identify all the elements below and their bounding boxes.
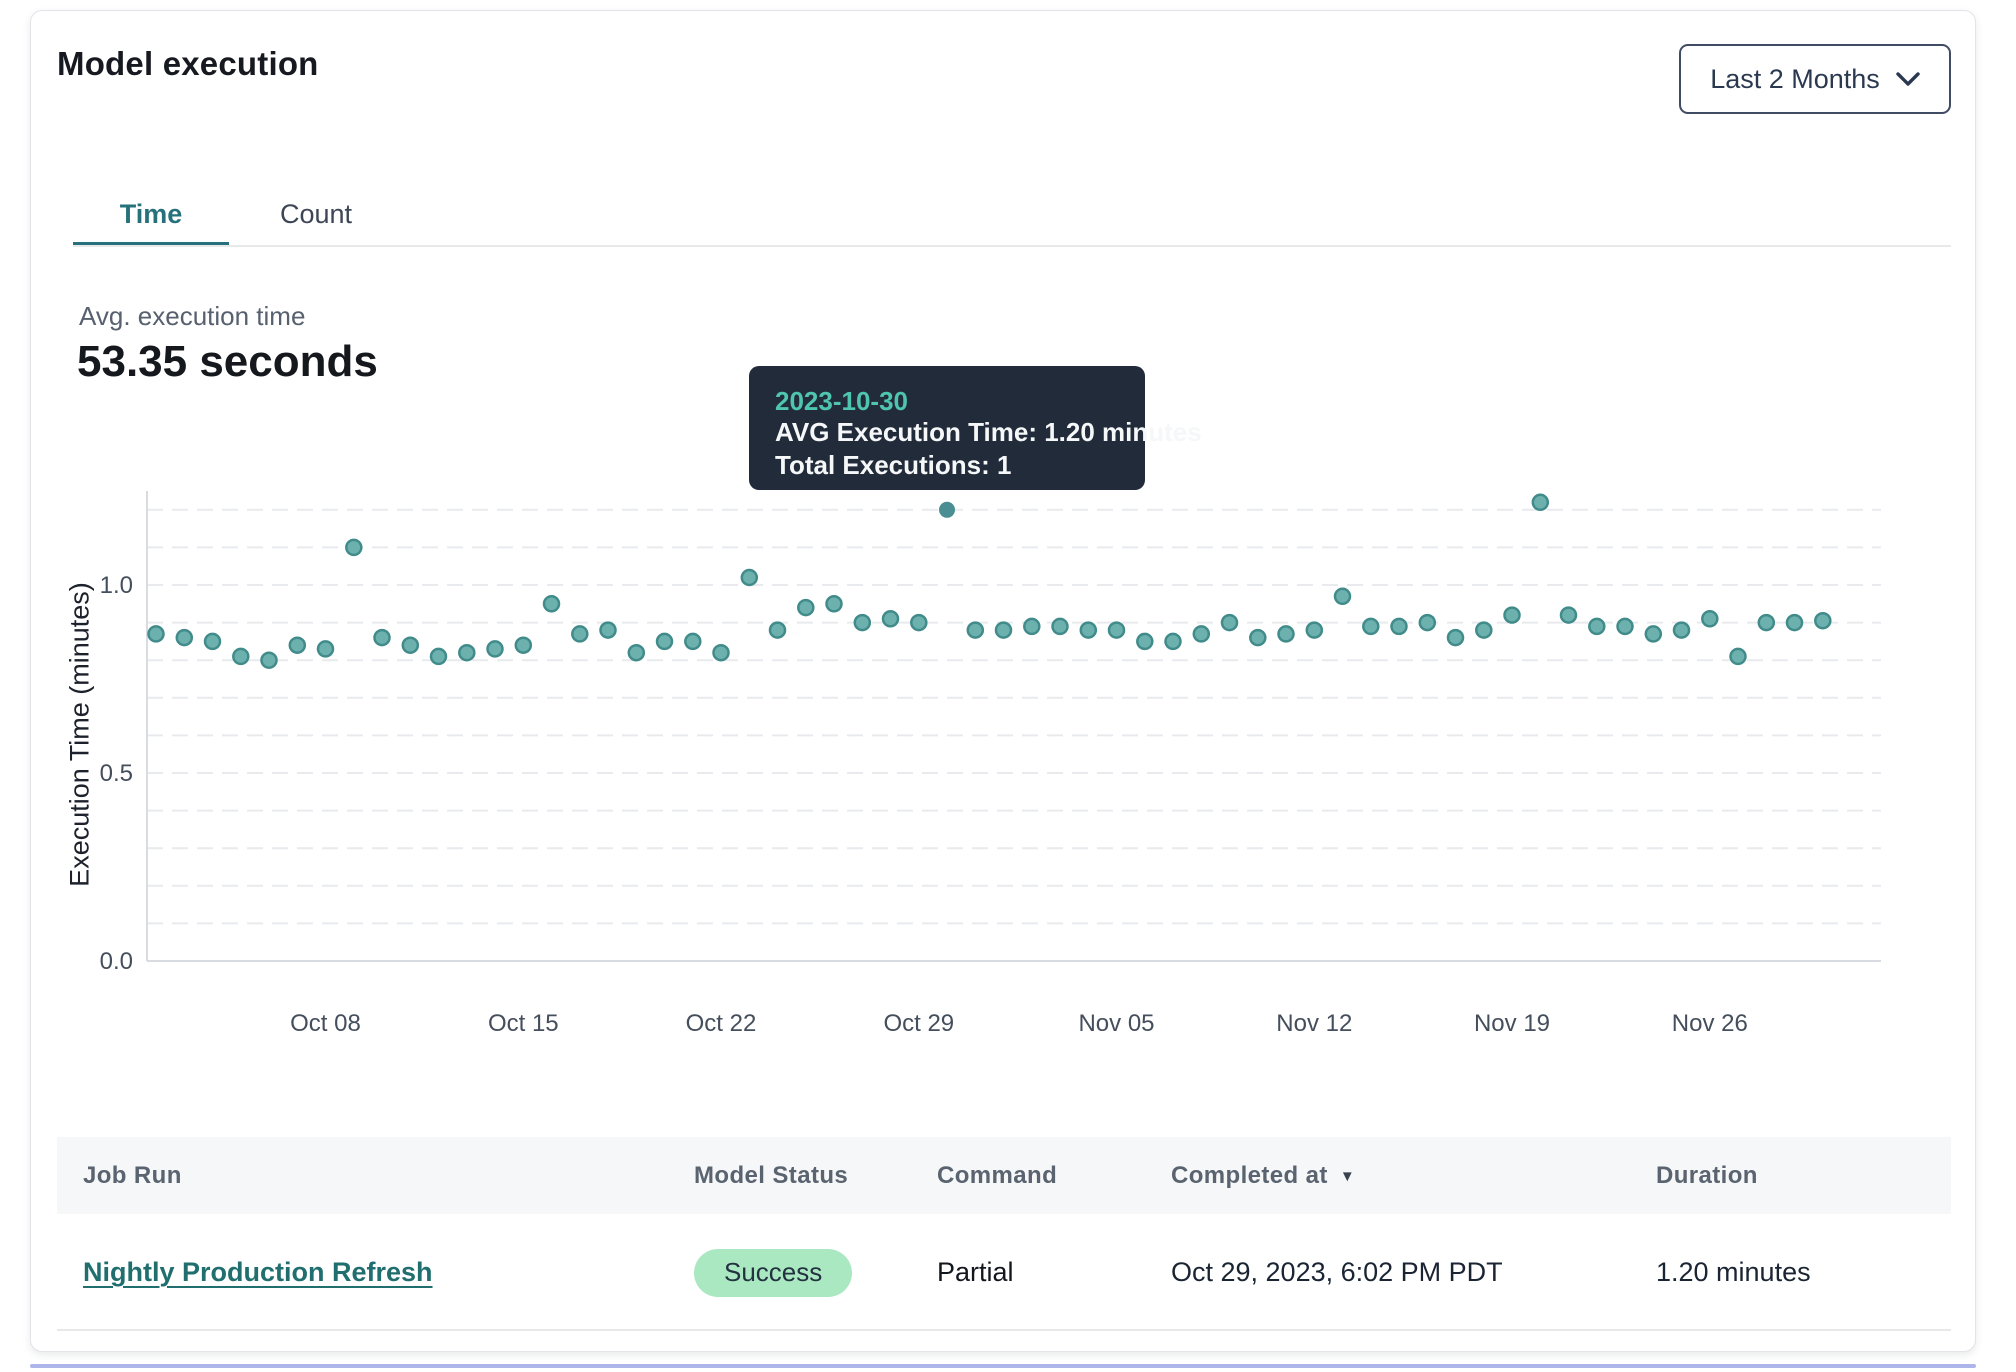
- date-range-dropdown[interactable]: Last 2 Months: [1679, 44, 1951, 114]
- header-job-run[interactable]: Job Run: [83, 1137, 182, 1214]
- svg-text:Nov 26: Nov 26: [1672, 1010, 1748, 1037]
- svg-text:1.0: 1.0: [100, 572, 133, 599]
- svg-text:Nov 19: Nov 19: [1474, 1010, 1550, 1037]
- svg-text:Oct 08: Oct 08: [290, 1010, 361, 1037]
- next-card-top-edge: [30, 1364, 1976, 1368]
- tooltip-date: 2023-10-30: [775, 386, 1119, 416]
- tab-count-label: Count: [280, 199, 352, 230]
- execution-time-chart: Execution Time (minutes) 0.00.51.0Oct 08…: [31, 491, 1977, 1051]
- tab-time[interactable]: Time: [73, 186, 229, 242]
- header-command[interactable]: Command: [937, 1137, 1057, 1214]
- svg-text:Nov 05: Nov 05: [1078, 1010, 1154, 1037]
- page-title: Model execution: [57, 45, 319, 83]
- svg-text:0.5: 0.5: [100, 760, 133, 787]
- command-cell: Partial: [937, 1257, 1014, 1288]
- chart-tooltip: 2023-10-30 AVG Execution Time: 1.20 minu…: [749, 366, 1145, 490]
- duration-cell: 1.20 minutes: [1656, 1257, 1811, 1288]
- svg-text:Oct 29: Oct 29: [883, 1010, 954, 1037]
- svg-text:Oct 22: Oct 22: [686, 1010, 757, 1037]
- chart-svg[interactable]: 0.0 0.5 1.0 Oct 08 Oct 15 Oct 22 Oct 29 Nov 05 N…: [31, 491, 1977, 1051]
- sort-descending-icon[interactable]: ▼: [1340, 1168, 1355, 1185]
- tab-count[interactable]: Count: [251, 186, 381, 242]
- completed-at-cell: Oct 29, 2023, 6:02 PM PDT: [1171, 1257, 1503, 1288]
- tab-time-label: Time: [120, 199, 183, 230]
- status-badge: Success: [694, 1249, 852, 1297]
- metric-label: Avg. execution time: [79, 301, 305, 332]
- metric-value: 53.35 seconds: [77, 337, 378, 387]
- chart-tabs: Time Count: [31, 186, 1975, 246]
- svg-text:Nov 12: Nov 12: [1276, 1010, 1352, 1037]
- date-range-label: Last 2 Months: [1710, 64, 1880, 95]
- svg-text:0.0: 0.0: [100, 948, 133, 975]
- svg-text:Oct 15: Oct 15: [488, 1010, 559, 1037]
- model-execution-card: Model execution Last 2 Months Time Count…: [30, 10, 1976, 1352]
- header-completed-at[interactable]: Completed at ▼: [1171, 1137, 1355, 1214]
- chevron-down-icon: [1896, 72, 1920, 86]
- tabs-divider: [73, 245, 1951, 247]
- table-row: Nightly Production Refresh Success Parti…: [57, 1214, 1951, 1331]
- header-duration[interactable]: Duration: [1656, 1137, 1758, 1214]
- header-model-status[interactable]: Model Status: [694, 1137, 848, 1214]
- table-header-row: Job Run Model Status Command Completed a…: [57, 1137, 1951, 1214]
- tooltip-total-executions: Total Executions: 1: [775, 449, 1119, 482]
- tooltip-avg-execution-time: AVG Execution Time: 1.20 minutes: [775, 416, 1119, 449]
- job-run-link[interactable]: Nightly Production Refresh: [83, 1257, 433, 1288]
- job-runs-table: Job Run Model Status Command Completed a…: [57, 1137, 1951, 1331]
